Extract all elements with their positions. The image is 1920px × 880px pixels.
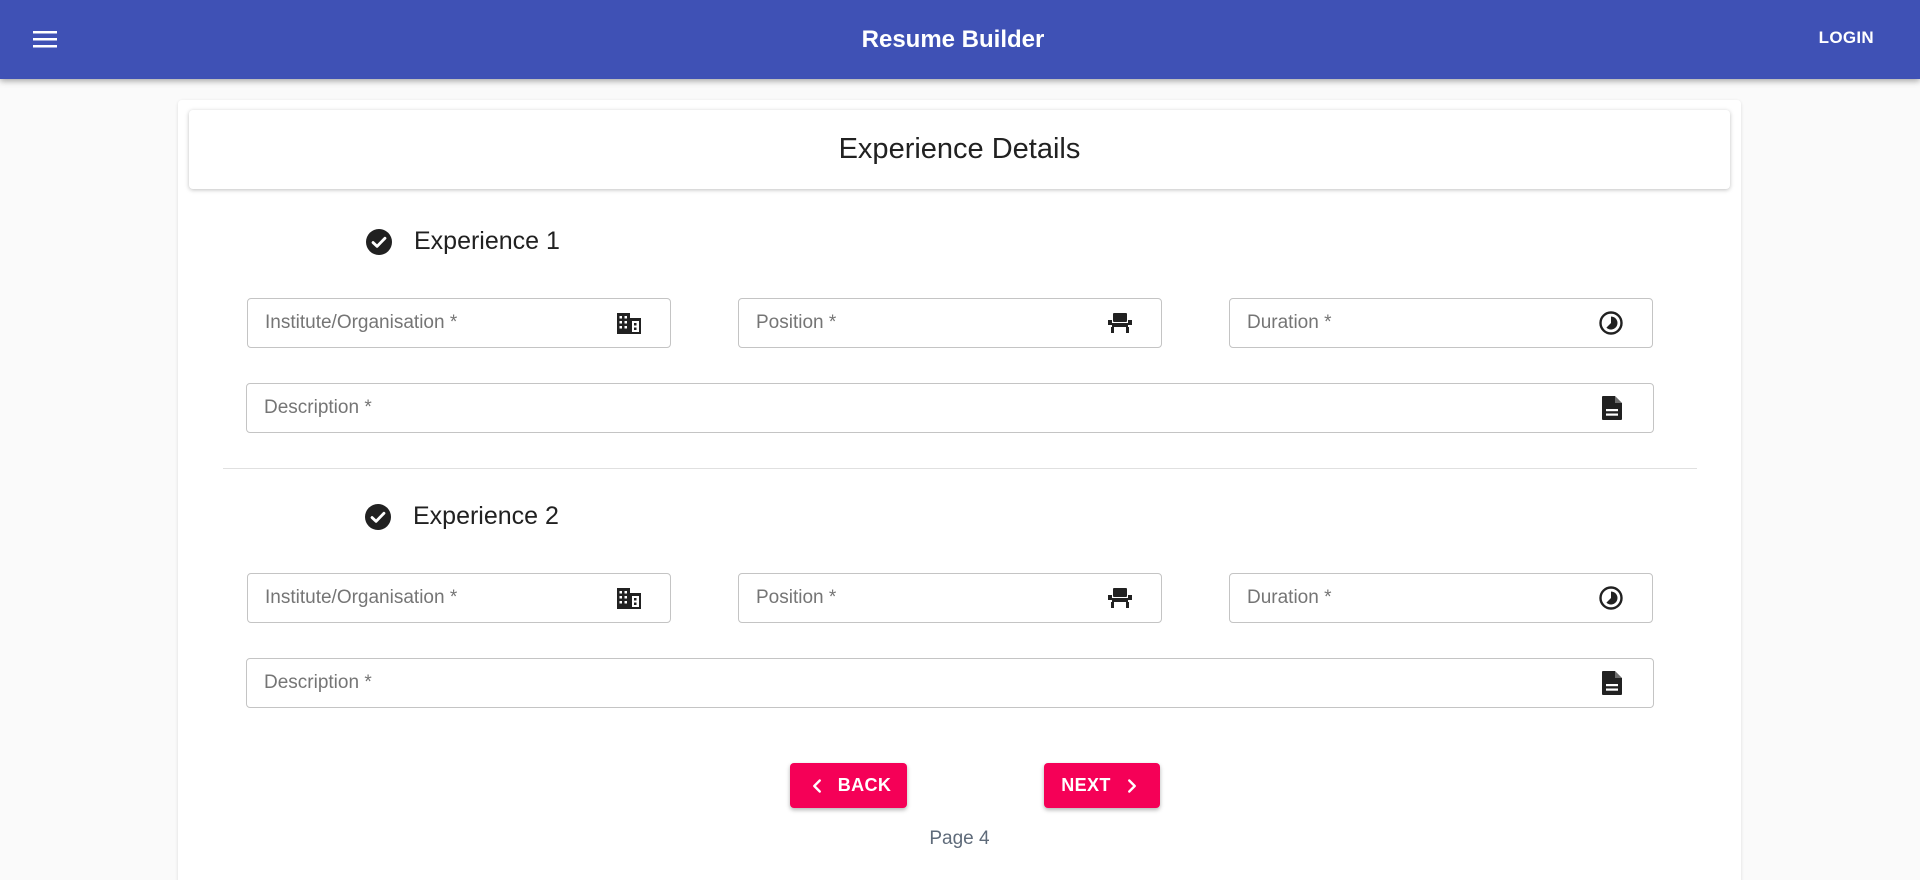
experience-heading-label: Experience 1 [414,227,560,255]
timelapse-icon [1596,583,1626,613]
page-indicator: Page 4 [929,828,990,849]
app-title: Resume Builder [861,26,1045,53]
check-circle-icon [365,503,391,530]
experience-form: Experience Details Experience 1 Institut… [178,100,1741,880]
chevron-right-icon [1127,778,1136,793]
login-button[interactable]: LOGIN [1811,22,1882,54]
back-button[interactable]: BACK [790,763,907,808]
description-field[interactable] [246,658,1654,708]
duration-field[interactable] [1229,298,1653,348]
position-input[interactable] [756,299,1105,347]
business-icon [614,308,644,338]
next-button[interactable]: NEXT [1044,763,1160,808]
duration-field[interactable] [1229,573,1653,623]
description-field[interactable] [246,383,1654,433]
section-divider [223,468,1697,469]
chevron-left-icon [812,778,821,793]
position-field[interactable] [738,573,1162,623]
institute-input[interactable] [265,574,614,622]
timelapse-icon [1596,308,1626,338]
section-title: Experience Details [189,110,1730,189]
position-input[interactable] [756,574,1105,622]
app-bar: Resume Builder LOGIN [0,0,1920,79]
experience-heading-label: Experience 2 [413,502,559,530]
experience-heading: Experience 2 [365,502,559,531]
business-icon [614,583,644,613]
duration-input[interactable] [1247,299,1596,347]
institute-field[interactable] [247,573,671,623]
next-button-label: NEXT [1061,775,1111,795]
description-icon [1597,393,1627,423]
description-icon [1597,668,1627,698]
event-seat-icon [1105,583,1135,613]
check-circle-icon [366,228,392,255]
description-input[interactable] [264,384,1597,432]
experience-heading: Experience 1 [366,227,560,256]
description-input[interactable] [264,659,1597,707]
institute-input[interactable] [265,299,614,347]
duration-input[interactable] [1247,574,1596,622]
position-field[interactable] [738,298,1162,348]
back-button-label: BACK [837,775,892,795]
event-seat-icon [1105,308,1135,338]
institute-field[interactable] [247,298,671,348]
